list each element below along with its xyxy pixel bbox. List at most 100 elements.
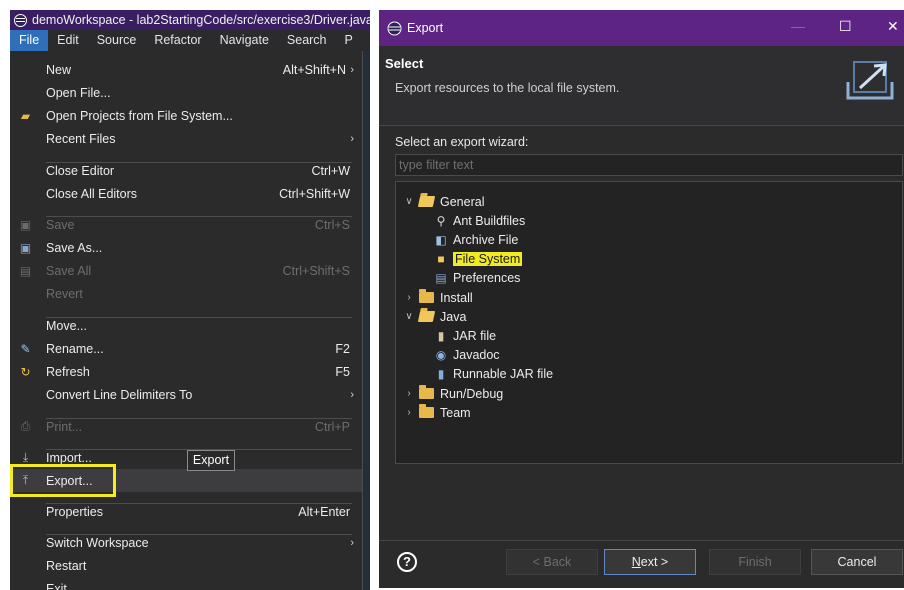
tree-item-file-system[interactable]: ■ File System [434,250,523,269]
menu-item-label: Revert [46,286,83,301]
tree-item-team[interactable]: › Team [402,403,471,422]
menu-item-rename[interactable]: ✎ Rename... F2 [10,337,362,360]
print-icon: ⎙ [20,419,31,433]
javadoc-icon: ◉ [435,348,447,363]
wizard-list-label: Select an export wizard: [395,135,529,149]
export-highlight-box [10,464,116,497]
chevron-down-icon[interactable]: ∨ [402,311,416,322]
ide-window-title: demoWorkspace - lab2StartingCode/src/exe… [32,13,370,27]
menu-item-label: Close All Editors [46,186,138,201]
eclipse-logo-icon [14,13,27,27]
finish-button[interactable]: Finish [709,549,801,575]
tree-item-label: General [440,194,485,209]
menu-item-label: New [46,62,72,77]
save-icon: ▣ [19,217,32,232]
menu-separator [46,418,352,419]
menubar-search[interactable]: Search [278,30,336,51]
menubar-edit[interactable]: Edit [48,30,88,51]
menu-item-label: Refresh [46,364,90,379]
tree-item-install[interactable]: › Install [402,288,473,307]
refresh-icon: ↻ [20,364,31,379]
open-projects-icon: ▰ [20,108,31,123]
help-icon[interactable]: ? [397,552,417,572]
dialog-title-bar[interactable]: Export — ☐ ✕ [379,10,904,46]
wizard-page-title: Select [385,56,424,71]
menu-item-shortcut: Ctrl+Shift+S [282,263,350,278]
tree-item-runnable-jar-file[interactable]: ▮ Runnable JAR file [434,365,553,384]
menu-separator [46,216,352,217]
ide-menu-bar: File Edit Source Refactor Navigate Search P [10,30,370,51]
chevron-right-icon[interactable]: › [402,388,416,399]
save-all-icon: ▤ [19,263,32,278]
next-button[interactable]: Next > [604,549,696,575]
tree-item-javadoc[interactable]: ◉ Javadoc [434,346,500,365]
menubar-source[interactable]: Source [88,30,146,51]
menu-item-label: Save All [46,263,92,278]
cancel-button[interactable]: Cancel [811,549,903,575]
archive-icon: ◧ [435,232,447,247]
menubar-file[interactable]: File [10,30,49,51]
folder-icon: ■ [437,252,445,267]
tree-item-general[interactable]: ∨ General [402,192,484,211]
menu-item-new[interactable]: New Alt+Shift+N › [10,58,362,81]
menu-item-shortcut: Ctrl+S [314,217,350,232]
minimize-icon[interactable]: — [791,18,805,34]
import-icon: ⤓ [22,450,29,464]
tree-item-preferences[interactable]: ▤ Preferences [434,269,520,288]
submenu-arrow-icon: › [350,388,354,401]
menu-item-refresh[interactable]: ↻ Refresh F5 [10,360,362,383]
tree-item-archive-file[interactable]: ◧ Archive File [434,230,518,249]
menubar-p[interactable]: P [336,30,362,51]
tree-item-java[interactable]: ∨ Java [402,307,466,326]
preferences-icon: ▤ [435,271,447,286]
filter-input[interactable] [395,154,903,176]
menu-item-revert[interactable]: Revert [10,282,362,305]
menu-item-recent-files[interactable]: Recent Files › [10,127,362,150]
menu-item-close-all-editors[interactable]: Close All Editors Ctrl+Shift+W [10,182,362,205]
menu-item-restart[interactable]: Restart [10,554,362,577]
wizard-page-description: Export resources to the local file syste… [395,81,620,95]
menubar-refactor[interactable]: Refactor [145,30,210,51]
menu-item-label: Properties [46,504,103,519]
chevron-down-icon[interactable]: ∨ [402,196,416,207]
menu-item-save-all[interactable]: ▤ Save All Ctrl+Shift+S [10,259,362,282]
tree-item-run-debug[interactable]: › Run/Debug [402,384,503,403]
menu-item-label: Save As... [46,240,103,255]
tree-item-label: Ant Buildfiles [453,213,526,228]
submenu-arrow-icon: › [350,132,354,145]
menubar-navigate[interactable]: Navigate [211,30,278,51]
export-dialog: Export — ☐ ✕ Select Export resources to … [379,10,904,588]
folder-icon [419,289,434,303]
submenu-arrow-icon: › [350,63,354,76]
close-icon[interactable]: ✕ [887,18,899,35]
editor-area [363,51,370,590]
menu-item-shortcut: Ctrl+W [311,163,350,178]
tree-item-label: Runnable JAR file [453,367,554,382]
chevron-right-icon[interactable]: › [402,407,416,418]
menu-item-convert-line-delimiters-to[interactable]: Convert Line Delimiters To › [10,383,362,406]
eclipse-logo-icon [387,21,402,35]
menu-item-exit[interactable]: Exit [10,577,362,590]
wizard-tree[interactable]: ∨ General ⚲ Ant Buildfiles ◧ Archive File ■ Fil… [395,181,903,464]
tree-item-label: Preferences [453,271,521,286]
tree-item-jar-file[interactable]: ▮ JAR file [434,326,496,345]
menu-item-open-projects-from-file-system[interactable]: ▰ Open Projects from File System... [10,104,362,127]
menu-item-open-file[interactable]: Open File... [10,81,362,104]
menu-item-label: Open Projects from File System... [46,108,233,123]
maximize-icon[interactable]: ☐ [839,18,852,35]
menu-item-shortcut: Ctrl+Shift+W [279,186,350,201]
menu-item-label: Recent Files [46,131,116,146]
chevron-right-icon[interactable]: › [402,292,416,303]
menu-separator [46,162,352,163]
ide-title-bar: demoWorkspace - lab2StartingCode/src/exe… [10,10,370,30]
menu-item-label: Save [46,217,75,232]
tree-item-label: Install [440,290,473,305]
submenu-arrow-icon: › [350,536,354,549]
menu-item-save-as[interactable]: ▣ Save As... [10,236,362,259]
next-mnemonic: N [631,555,641,569]
wizard-header: Select Export resources to the local fil… [379,46,904,126]
back-button[interactable]: < Back [506,549,598,575]
tree-item-label: Archive File [453,232,519,247]
menu-item-shortcut: Alt+Shift+N [282,62,346,77]
tree-item-ant-buildfiles[interactable]: ⚲ Ant Buildfiles [434,211,526,230]
